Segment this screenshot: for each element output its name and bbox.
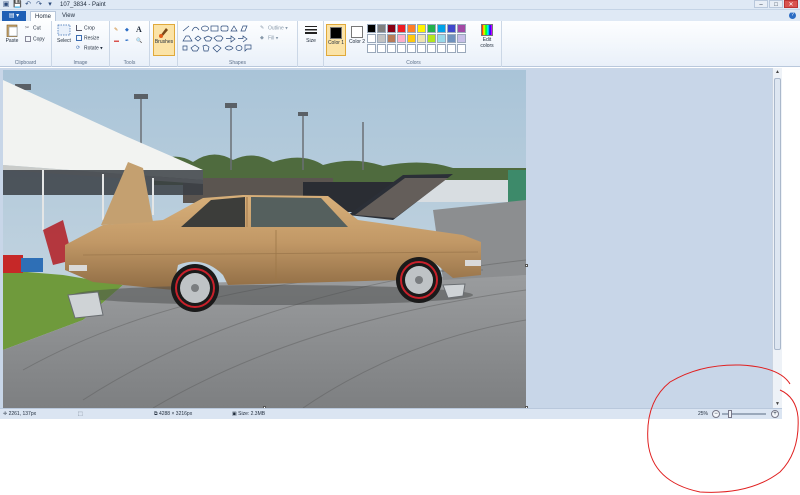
colors-group: Colors — [326, 21, 502, 67]
paste-button[interactable]: Paste — [2, 24, 22, 44]
rotate-label: Rotate ▾ — [84, 45, 103, 52]
shapes-gallery[interactable] — [181, 24, 257, 54]
ribbon-tabs: ▤ ▾ Home View ? — [0, 10, 800, 21]
resize-icon — [76, 35, 82, 41]
paint-app-icon[interactable]: ▣ — [2, 1, 10, 9]
fill-icon: ◆ — [260, 35, 264, 41]
title-bar: ▣ 💾 ↶ ↷ ▾ 107_3834 - Paint – □ ✕ — [0, 0, 800, 10]
redo-icon[interactable]: ↷ — [35, 1, 43, 9]
brushes-group: Brushes — [150, 21, 178, 67]
window-controls: – □ ✕ — [754, 0, 798, 8]
customize-icon[interactable]: ▾ — [46, 1, 54, 9]
crop-button[interactable]: Crop — [76, 25, 95, 32]
undo-icon[interactable]: ↶ — [24, 1, 32, 9]
paste-icon — [6, 24, 18, 37]
ribbon: Paste ✂ Cut Copy Clipboard Select Crop Re… — [0, 21, 800, 67]
help-icon[interactable]: ? — [789, 12, 796, 19]
photo-canvas[interactable] — [3, 70, 526, 408]
resize-button[interactable]: Resize — [76, 35, 99, 42]
outline-button[interactable]: ✎ Outline ▾ — [260, 25, 288, 32]
clipboard-group: Paste ✂ Cut Copy Clipboard — [0, 21, 52, 67]
canvas-resize-handle-right[interactable] — [525, 264, 528, 267]
cursor-position: ✛ 2261, 137px — [3, 409, 36, 419]
zoom-level: 25% — [698, 411, 709, 417]
selection-icon: ⬚ — [78, 411, 83, 417]
copy-button[interactable]: Copy — [25, 36, 45, 43]
brushes-button[interactable]: Brushes — [153, 24, 175, 56]
magnifier-icon[interactable]: 🔍 — [136, 38, 142, 45]
copy-label: Copy — [33, 36, 45, 43]
canvas-area[interactable] — [0, 68, 780, 409]
color-picker-icon[interactable]: ✒ — [125, 38, 129, 45]
eraser-icon[interactable]: ▬ — [114, 38, 119, 45]
tools-group: ✎ ◆ A ▬ ✒ 🔍 Tools — [110, 21, 150, 67]
fill-label: Fill ▾ — [268, 35, 279, 42]
image-group-label: Image — [73, 60, 88, 66]
outline-icon: ✎ — [260, 25, 265, 31]
colors-group-label: Colors — [406, 60, 421, 66]
select-icon — [57, 24, 71, 36]
rotate-icon: ⟳ — [76, 45, 81, 51]
scroll-up-button[interactable]: ▲ — [773, 68, 782, 76]
image-dimensions-value: 4288 × 3216px — [158, 411, 193, 417]
crop-icon — [76, 25, 82, 31]
fill-bucket-icon[interactable]: ◆ — [125, 27, 129, 34]
size-label: Size — [306, 38, 316, 44]
image-dimensions: ⧉ 4288 × 3216px — [154, 409, 192, 419]
car-photo — [3, 70, 526, 408]
cut-label: Cut — [33, 25, 41, 32]
size-group: Size — [298, 21, 324, 67]
minimize-button[interactable]: – — [754, 0, 768, 8]
shapes-group: ✎ Outline ▾ ◆ Fill ▾ Shapes — [178, 21, 298, 67]
size-button[interactable]: Size — [301, 24, 321, 44]
outline-label: Outline ▾ — [268, 25, 288, 32]
crop-label: Crop — [84, 25, 95, 32]
save-icon[interactable]: 💾 — [13, 1, 22, 9]
copy-icon — [25, 36, 31, 42]
tab-home[interactable]: Home — [30, 11, 57, 21]
rotate-button[interactable]: ⟳ Rotate ▾ — [76, 45, 103, 52]
pencil-icon[interactable]: ✎ — [114, 27, 118, 34]
select-button[interactable]: Select — [54, 24, 74, 44]
scrollbar-thumb[interactable] — [774, 78, 781, 350]
file-size-value: Size: 2.3MB — [238, 411, 266, 417]
zoom-in-button[interactable]: + — [771, 410, 779, 418]
image-group: Select Crop Resize ⟳ Rotate ▾ Image — [52, 21, 110, 67]
quick-access-toolbar: ▣ 💾 ↶ ↷ ▾ — [2, 1, 54, 9]
shapes-group-label: Shapes — [229, 60, 246, 66]
resize-label: Resize — [84, 35, 100, 42]
scroll-down-button[interactable]: ▼ — [773, 400, 782, 408]
status-bar: ✛ 2261, 137px ⬚ ⧉ 4288 × 3216px ▣ Size: … — [0, 408, 782, 419]
brush-icon — [159, 28, 168, 38]
close-button[interactable]: ✕ — [784, 0, 798, 8]
text-tool-icon[interactable]: A — [136, 26, 142, 34]
window-title: 107_3834 - Paint — [60, 2, 106, 8]
clipboard-group-label: Clipboard — [14, 60, 37, 66]
zoom-out-button[interactable]: − — [712, 410, 720, 418]
select-label: Select — [57, 38, 71, 44]
file-menu-button[interactable]: ▤ ▾ — [2, 11, 26, 21]
zoom-slider-thumb[interactable] — [728, 410, 732, 418]
fill-button[interactable]: ◆ Fill ▾ — [260, 35, 278, 42]
cut-button[interactable]: ✂ Cut — [25, 25, 41, 32]
vertical-scrollbar[interactable]: ▲ ▼ — [772, 68, 782, 408]
brushes-label: Brushes — [154, 39, 174, 45]
line-size-icon — [305, 26, 317, 34]
tab-view[interactable]: View — [58, 11, 79, 21]
file-size: ▣ Size: 2.3MB — [232, 409, 265, 419]
maximize-button[interactable]: □ — [769, 0, 783, 8]
scissors-icon: ✂ — [25, 25, 30, 31]
tools-group-label: Tools — [123, 60, 136, 66]
paste-label: Paste — [5, 38, 19, 44]
cursor-position-value: 2261, 137px — [8, 411, 37, 417]
